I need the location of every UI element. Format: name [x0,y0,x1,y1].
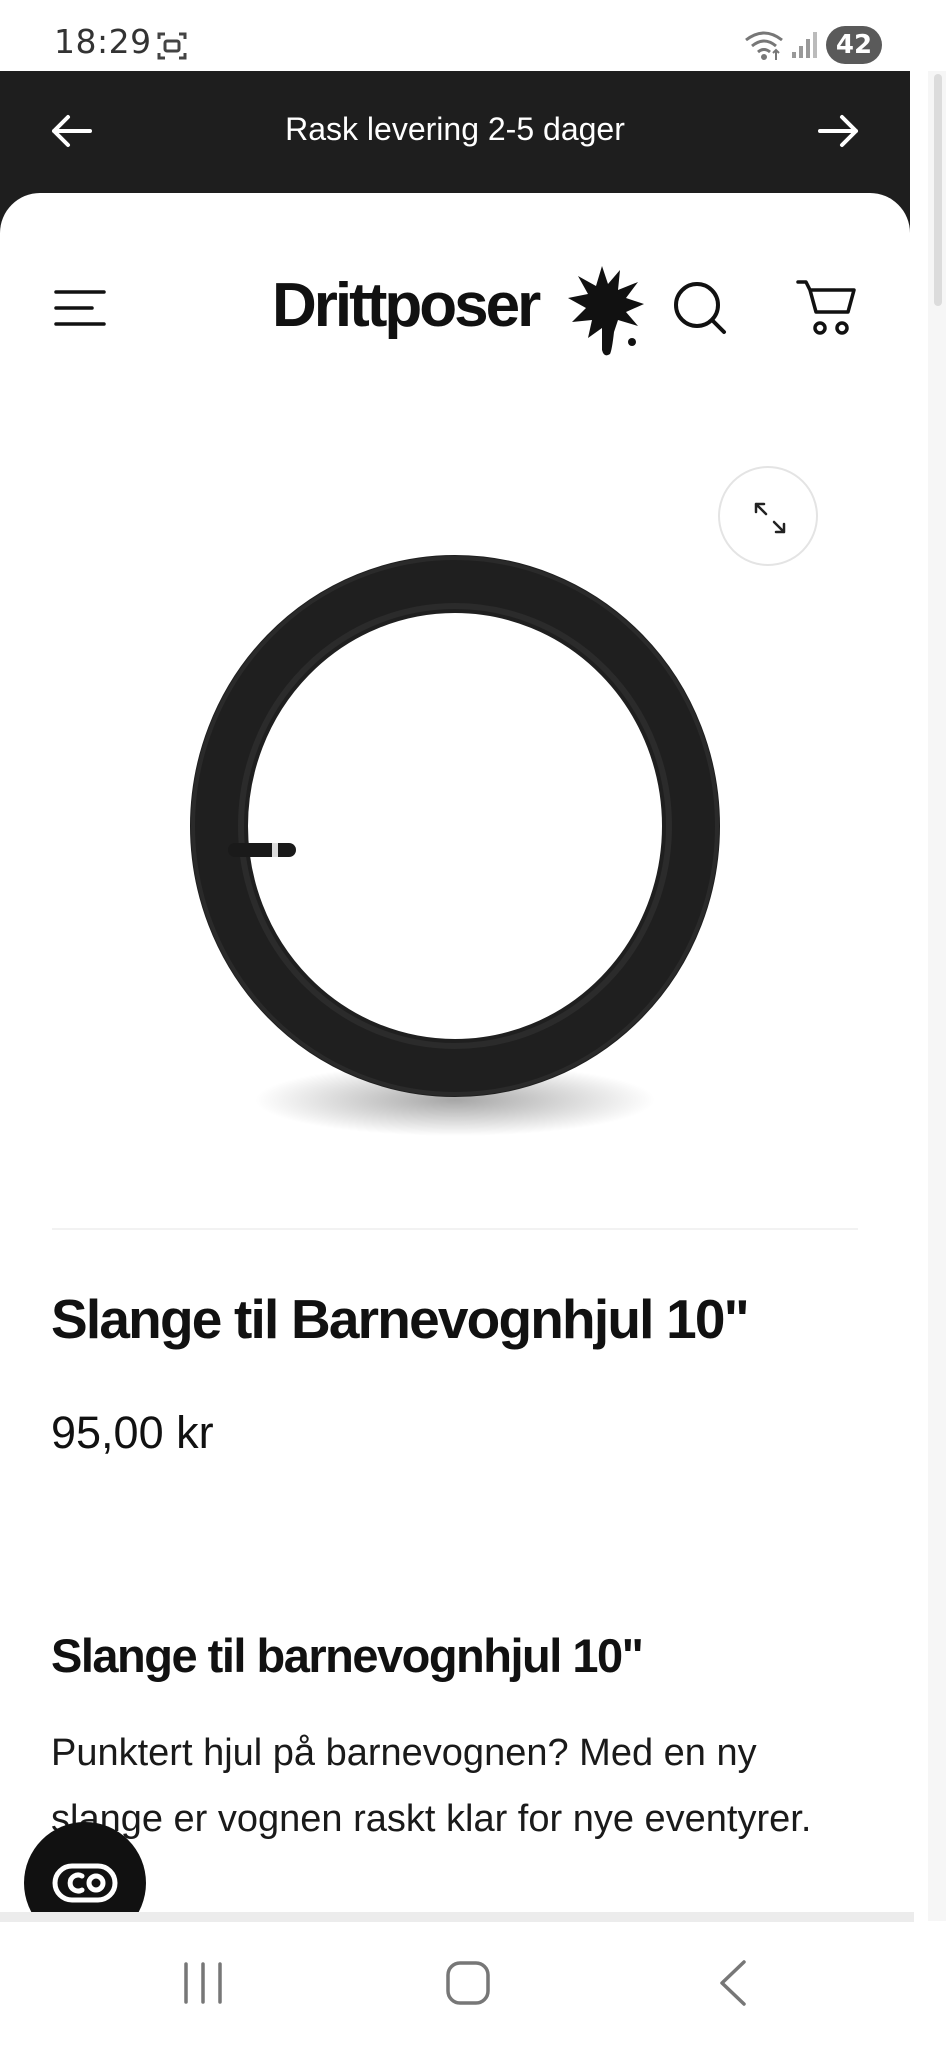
product-title: Slange til Barnevognhjul 10" [51,1288,750,1350]
splat-icon [568,266,644,356]
status-time: 18:29 [54,22,152,61]
product-price: 95,00 kr [51,1407,214,1458]
chat-widget-icon [52,1863,118,1903]
arrow-right-icon[interactable] [816,111,862,151]
logo-text: Drittposer [272,271,541,340]
inner-tube-icon[interactable] [170,530,740,1170]
scrollbar-track [928,71,946,1921]
battery-level: 42 [826,26,882,64]
cart-icon[interactable] [796,276,858,338]
wifi-icon [745,31,783,60]
announcement-text: Rask levering 2-5 dager [285,111,625,147]
screenshot-icon [157,32,187,60]
site-logo[interactable]: Drittposer [272,262,644,358]
content-edge [0,1912,914,1922]
status-bar: 18:29 42 [0,0,946,71]
signal-icon [792,32,817,58]
scrollbar-thumb[interactable] [934,74,942,306]
recent-apps-icon[interactable] [178,1958,228,2008]
divider [52,1228,858,1230]
announcement-bar: Rask levering 2-5 dager [0,71,910,193]
back-icon[interactable] [714,1958,754,2008]
expand-icon [754,502,786,534]
description-heading: Slange til barnevognhjul 10" [51,1629,644,1682]
page: 18:29 42 Rask levering 2-5 dager Drittpo… [0,0,946,2049]
search-icon[interactable] [672,280,728,336]
description-body: Punktert hjul på barnevognen? Med en ny … [51,1732,812,1840]
home-icon[interactable] [443,1958,493,2008]
hamburger-menu-icon[interactable] [54,288,106,328]
